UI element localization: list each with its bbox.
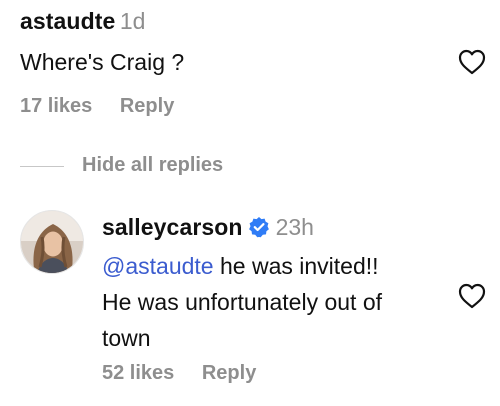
reply-comment-text: @astaudte he was invited!! He was unfort… [102,248,382,356]
reply-comment-meta: 52 likes Reply [102,362,256,385]
heart-icon[interactable] [458,49,486,75]
reply-comment-likes[interactable]: 52 likes [102,362,174,384]
reply-comment-reply-button[interactable]: Reply [202,362,256,384]
top-comment: astaudte 1d Where's Craig ? 17 likes Rep… [20,8,480,128]
reply-comment-line-3: town [102,325,151,351]
top-comment-reply-button[interactable]: Reply [120,95,174,117]
reply-comment-username[interactable]: salleycarson [102,214,243,240]
top-comment-text: Where's Craig ? [20,49,185,75]
verified-badge-icon [248,216,270,238]
top-comment-likes[interactable]: 17 likes [20,95,92,117]
reply-comment-line-1-text: he was invited!! [219,253,379,279]
replies-divider [20,166,64,167]
reply-comment-line-2: He was unfortunately out of [102,289,382,315]
reply-comment-time: 23h [275,214,314,240]
top-comment-meta: 17 likes Reply [20,95,174,118]
top-comment-username[interactable]: astaudte [20,8,115,34]
reply-comment-line-1: @astaudte he was invited!! [102,248,382,284]
top-comment-header: astaudte 1d [20,8,145,35]
hide-replies-button[interactable]: Hide all replies [82,154,223,177]
top-comment-time: 1d [119,8,146,34]
mention-link[interactable]: @astaudte [102,253,214,279]
avatar[interactable] [20,210,84,274]
heart-icon[interactable] [458,283,486,309]
reply-comment-header: salleycarson 23h [102,214,314,241]
